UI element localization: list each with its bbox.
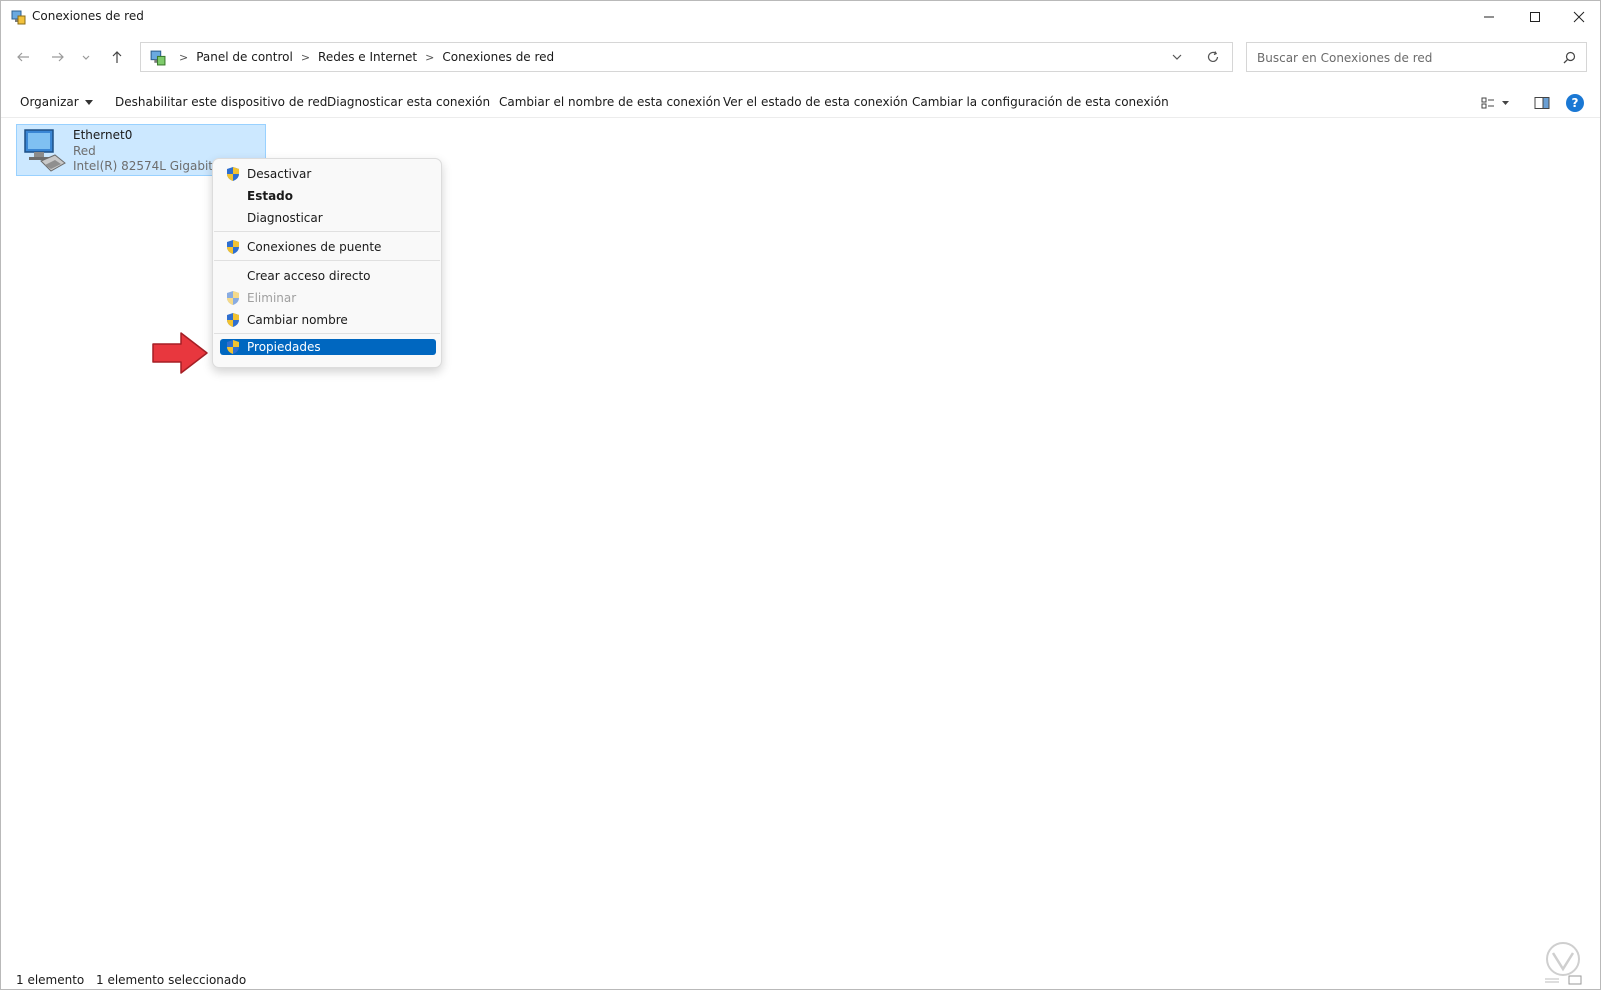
status-item-count: 1 elemento — [16, 973, 85, 987]
close-button[interactable] — [1556, 1, 1600, 33]
menu-item-propiedades[interactable]: Propiedades — [220, 339, 436, 355]
command-bar: Organizar Deshabilitar este dispositivo … — [1, 89, 1600, 118]
menu-label: Cambiar nombre — [247, 313, 348, 327]
menu-item-conexiones-de-puente[interactable]: Conexiones de puente — [220, 237, 436, 257]
breadcrumb: > Panel de control > Redes e Internet > … — [171, 43, 554, 71]
menu-item-eliminar: Eliminar — [220, 288, 436, 308]
menu-item-crear-acceso-directo[interactable]: Crear acceso directo — [220, 266, 436, 286]
uac-shield-icon — [227, 291, 239, 305]
caret-down-icon — [84, 100, 93, 105]
uac-shield-icon — [227, 240, 239, 254]
menu-label: Conexiones de puente — [247, 240, 382, 254]
organize-label: Organizar — [20, 95, 79, 109]
menu-label: Diagnosticar — [247, 211, 323, 225]
watermark-logo-icon — [1545, 942, 1582, 985]
disable-device-button[interactable]: Deshabilitar este dispositivo de red — [115, 95, 327, 109]
preview-pane-button[interactable] — [1534, 95, 1550, 111]
uac-shield-icon — [227, 313, 239, 327]
recent-locations-button[interactable] — [77, 46, 95, 68]
window-title: Conexiones de red — [32, 9, 144, 23]
menu-separator — [214, 333, 440, 334]
forward-button[interactable] — [46, 46, 70, 68]
chevron-down-icon — [82, 55, 90, 60]
search-input[interactable] — [1255, 48, 1549, 68]
menu-label: Estado — [247, 189, 294, 203]
maximize-icon — [1530, 12, 1540, 22]
red-arrow-annotation — [152, 332, 208, 374]
view-options-icon — [1481, 97, 1509, 109]
chevron-right-icon: > — [300, 50, 311, 64]
maximize-button[interactable] — [1512, 1, 1558, 33]
arrow-up-icon — [112, 51, 122, 63]
menu-separator — [214, 260, 440, 261]
change-settings-button[interactable]: Cambiar la configuración de esta conexió… — [912, 95, 1169, 109]
status-selected-count: 1 elemento seleccionado — [96, 973, 247, 987]
address-dropdown-icon[interactable] — [1170, 50, 1184, 64]
refresh-icon[interactable] — [1206, 50, 1220, 64]
menu-item-estado[interactable]: Estado — [220, 186, 436, 206]
up-button[interactable] — [105, 46, 129, 68]
search-box[interactable] — [1246, 42, 1587, 72]
minimize-button[interactable] — [1466, 1, 1512, 33]
rename-connection-button[interactable]: Cambiar el nombre de esta conexión — [499, 95, 721, 109]
ethernet-adapter-icon — [24, 129, 66, 172]
control-panel-icon — [150, 50, 166, 66]
menu-label: Propiedades — [247, 340, 321, 354]
view-status-button[interactable]: Ver el estado de esta conexión — [723, 95, 908, 109]
address-bar[interactable]: > Panel de control > Redes e Internet > … — [140, 42, 1233, 72]
menu-label: Desactivar — [247, 167, 312, 181]
title-bar: Conexiones de red — [1, 1, 1600, 33]
connection-type: Red — [73, 144, 96, 158]
close-icon — [1573, 11, 1585, 23]
diagnose-connection-button[interactable]: Diagnosticar esta conexión — [327, 95, 490, 109]
uac-shield-icon — [227, 340, 239, 354]
navigation-bar: > Panel de control > Redes e Internet > … — [1, 37, 1600, 77]
arrow-left-icon — [17, 52, 29, 62]
menu-item-diagnosticar[interactable]: Diagnosticar — [220, 208, 436, 228]
connection-name: Ethernet0 — [73, 128, 133, 142]
menu-label: Crear acceso directo — [247, 269, 371, 283]
menu-item-cambiar-nombre[interactable]: Cambiar nombre — [220, 310, 436, 330]
preview-pane-icon — [1534, 97, 1550, 109]
uac-shield-icon — [227, 167, 239, 181]
breadcrumb-network-internet[interactable]: Redes e Internet — [318, 50, 417, 64]
chevron-right-icon: > — [179, 50, 189, 64]
menu-item-desactivar[interactable]: Desactivar — [220, 164, 436, 184]
menu-separator — [214, 231, 440, 232]
breadcrumb-control-panel[interactable]: Panel de control — [196, 50, 293, 64]
search-icon[interactable] — [1563, 51, 1576, 64]
organize-button[interactable]: Organizar — [20, 95, 93, 109]
change-view-button[interactable] — [1481, 95, 1511, 111]
arrow-right-icon — [52, 52, 64, 62]
explorer-window: Conexiones de red > Panel de control > R… — [0, 0, 1601, 990]
breadcrumb-network-connections[interactable]: Conexiones de red — [442, 50, 554, 64]
menu-label: Eliminar — [247, 291, 297, 305]
minimize-icon — [1484, 16, 1494, 18]
help-icon[interactable]: ? — [1566, 94, 1584, 112]
chevron-right-icon: > — [425, 50, 435, 64]
back-button[interactable] — [11, 46, 35, 68]
network-connections-icon — [11, 10, 26, 25]
context-menu: Desactivar Estado Diagnosticar Conexione… — [212, 158, 442, 368]
